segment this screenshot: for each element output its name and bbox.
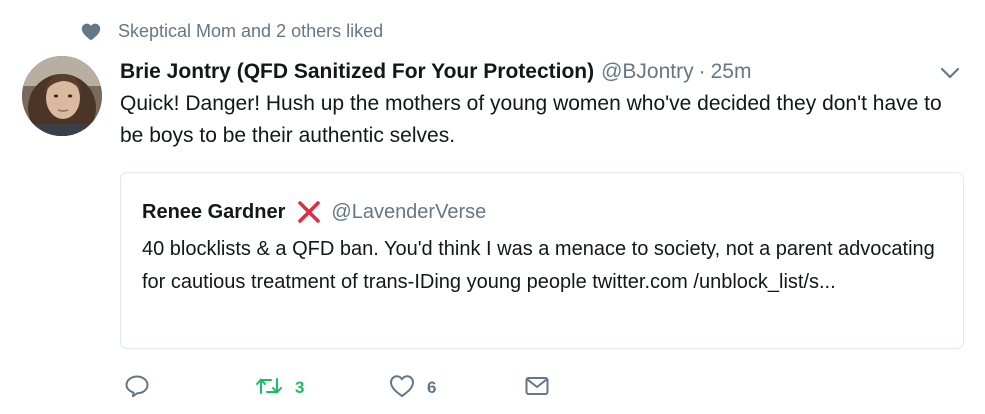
like-button[interactable]: 6 — [389, 373, 436, 403]
quoted-author-handle: @LavenderVerse — [331, 200, 487, 223]
quoted-tweet-header: Renee Gardner @LavenderVerse — [142, 197, 486, 227]
reply-icon — [124, 374, 150, 403]
social-context-text[interactable]: Skeptical Mom and 2 others liked — [118, 21, 383, 42]
quoted-tweet[interactable]: Renee Gardner @LavenderVerse 40 blocklis… — [120, 172, 964, 349]
retweet-icon — [255, 375, 283, 402]
heart-outline-icon — [389, 374, 415, 403]
avatar-portrait — [22, 56, 102, 136]
tweet-header: Brie Jontry (QFD Sanitized For Your Prot… — [120, 58, 963, 86]
reply-button[interactable] — [124, 373, 150, 403]
avatar[interactable] — [22, 56, 102, 136]
author-handle[interactable]: @BJontry — [601, 60, 694, 84]
direct-message-button[interactable] — [524, 373, 550, 403]
author-name[interactable]: Brie Jontry (QFD Sanitized For Your Prot… — [120, 60, 594, 84]
retweet-button[interactable]: 3 — [255, 373, 304, 403]
tweet-text: Quick! Danger! Hush up the mothers of yo… — [120, 92, 942, 147]
heart-icon — [80, 20, 102, 42]
retweet-count: 3 — [295, 378, 305, 397]
quoted-tweet-text: 40 blocklists & a QFD ban. You'd think I… — [142, 238, 935, 293]
separator-dot: · — [698, 60, 706, 83]
envelope-icon — [524, 375, 550, 402]
social-context: Skeptical Mom and 2 others liked — [80, 19, 383, 43]
like-count: 6 — [427, 378, 437, 397]
tweet-timestamp[interactable]: 25m — [711, 60, 752, 84]
chevron-down-icon[interactable] — [937, 60, 963, 86]
quoted-author-name: Renee Gardner — [142, 200, 286, 223]
x-mark-emoji — [295, 198, 323, 226]
